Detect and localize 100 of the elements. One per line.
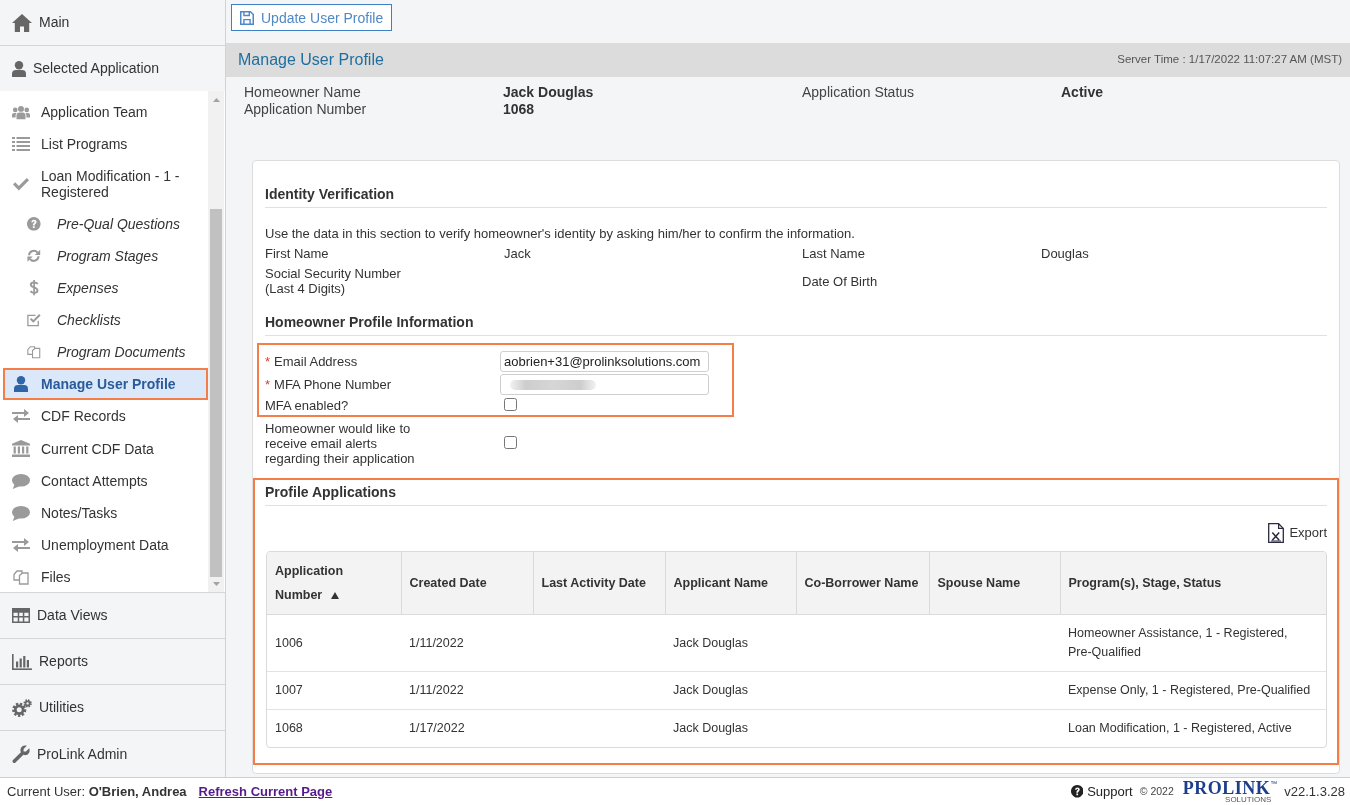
table-cell: Jack Douglas [665, 614, 796, 672]
field-label: First Name [265, 246, 330, 261]
checkbox[interactable] [504, 397, 517, 411]
required-marker: * [265, 354, 271, 369]
sidebar-item[interactable]: Checklists [3, 304, 208, 336]
help-icon [1070, 785, 1084, 798]
sidebar-item[interactable]: Expenses [3, 272, 208, 304]
section-description: Use the data in this section to verify homeowner's identity by asking him/her to confirm the information. [265, 226, 856, 241]
field-label: Application Number [244, 101, 368, 118]
field-note: (Last 4 Digits) [265, 281, 347, 296]
field-label: MFA enabled? [265, 398, 349, 413]
phone-input-field[interactable] [500, 374, 709, 395]
table-cell: Jack Douglas [665, 671, 796, 710]
field-label: Homeowner would like to receive email alerts regarding their application [265, 421, 416, 466]
section-heading: Homeowner Profile Information [265, 314, 1327, 336]
column-header[interactable]: Co-Borrower Name [796, 552, 929, 615]
scrollbar-thumb[interactable] [210, 209, 222, 577]
table-cell: 1/17/2022 [401, 709, 533, 747]
input-field[interactable]: aobrien+31@prolinksolutions.com [500, 351, 709, 372]
field-label: Social Security Number [265, 266, 402, 281]
field-label: Email Address [274, 354, 358, 369]
table-cell: 1006 [267, 614, 401, 672]
checkmark-icon [13, 177, 29, 191]
field-label: MFA Phone Number [274, 377, 392, 392]
support-link[interactable]: Support [1070, 781, 1133, 802]
column-header[interactable]: Spouse Name [929, 552, 1060, 615]
field-value: Douglas [1041, 246, 1089, 261]
required-marker: * [265, 377, 271, 392]
column-header[interactable]: Application Number [267, 552, 401, 615]
user-icon [14, 376, 28, 392]
sidebar-section[interactable]: ProLink Admin [0, 731, 225, 777]
column-header[interactable]: Program(s), Stage, Status [1060, 552, 1326, 615]
field-label: Date Of Birth [802, 273, 879, 289]
documents-icon [27, 345, 41, 359]
checked-box-icon [27, 313, 41, 327]
column-header[interactable]: Applicant Name [665, 552, 796, 615]
field-label: Homeowner Name [244, 84, 362, 101]
gears-icon [12, 698, 32, 717]
dollar-icon [28, 280, 40, 296]
scrollbar[interactable] [208, 91, 224, 592]
field-value: Jack [504, 246, 531, 261]
sidebar-item[interactable]: Notes/Tasks [3, 497, 208, 529]
table-cell: Expense Only, 1 - Registered, Pre-Qualified [1060, 671, 1326, 710]
bar-chart-icon [12, 653, 32, 670]
sidebar-item[interactable]: Manage User Profile [3, 368, 208, 400]
save-icon [240, 10, 254, 25]
column-header[interactable]: Created Date [401, 552, 533, 615]
sidebar-item[interactable]: Files [3, 561, 208, 593]
table-cell: Loan Modification, 1 - Registered, Active [1060, 709, 1326, 747]
sidebar-item[interactable]: Program Stages [3, 240, 208, 272]
swap-arrows-icon [12, 409, 30, 423]
logo-tagline: SOLUTIONS [1225, 795, 1272, 804]
sidebar-item[interactable]: Current CDF Data [3, 432, 208, 465]
sidebar-section[interactable]: Reports [0, 639, 225, 685]
column-header[interactable]: Last Activity Date [533, 552, 665, 615]
sidebar-section[interactable]: Selected Application [0, 46, 225, 91]
update-profile-button[interactable]: Update User Profile [231, 4, 393, 31]
spreadsheet-file-icon [1268, 523, 1285, 543]
section-heading: Profile Applications [265, 484, 1327, 506]
sidebar-section[interactable]: Data Views [0, 593, 225, 639]
sidebar-item[interactable]: Unemployment Data [3, 529, 208, 561]
sidebar-section[interactable]: Main [0, 0, 225, 46]
refresh-icon [27, 249, 41, 263]
sidebar-item[interactable]: Loan Modification - 1 - Registered [3, 160, 208, 208]
table-cell: Jack Douglas [665, 709, 796, 747]
field-label: Last Name [802, 246, 866, 261]
page-title: Manage User Profile [238, 50, 384, 70]
sidebar-item[interactable]: Contact Attempts [3, 465, 208, 497]
home-icon [12, 13, 32, 32]
down-arrow-icon [212, 582, 220, 586]
help-icon [27, 217, 41, 231]
refresh-page-link[interactable]: Refresh Current Page [198, 781, 333, 802]
field-value: Active [1061, 84, 1105, 101]
field-value: 1068 [503, 101, 536, 118]
sidebar-item[interactable]: List Programs [3, 128, 208, 160]
up-arrow-icon [212, 98, 220, 102]
swap-arrows-icon [12, 538, 30, 552]
table-cell: Homeowner Assistance, 1 - Registered, Pre-Qualified [1060, 614, 1326, 672]
table-cell: 1007 [267, 671, 401, 710]
sidebar-item[interactable]: Program Documents [3, 336, 208, 368]
user-icon [12, 60, 26, 77]
table-cell: 1/11/2022 [401, 614, 533, 672]
sidebar-item[interactable]: Application Team [3, 96, 208, 128]
speech-bubble-icon [12, 473, 30, 489]
version-text: v22.1.3.28 [1284, 782, 1345, 801]
speech-bubble-icon [12, 505, 30, 521]
sidebar-item[interactable]: CDF Records [3, 400, 208, 432]
section-heading: Identity Verification [265, 186, 1327, 208]
logo-wordmark: PROLINK [1182, 779, 1271, 796]
server-time: Server Time : 1/17/2022 11:07:27 AM (MST) [1117, 52, 1342, 68]
checkbox[interactable] [504, 435, 517, 449]
sidebar-item[interactable]: Pre-Qual Questions [3, 208, 208, 240]
export-link[interactable]: Export [1268, 524, 1327, 542]
bank-icon [12, 440, 30, 457]
sidebar-section[interactable]: Utilities [0, 685, 225, 731]
table-cell: 1068 [267, 709, 401, 747]
field-label: Application Status [802, 84, 916, 101]
table-cell: 1/11/2022 [401, 671, 533, 710]
list-icon [12, 137, 30, 151]
group-icon [12, 104, 30, 120]
